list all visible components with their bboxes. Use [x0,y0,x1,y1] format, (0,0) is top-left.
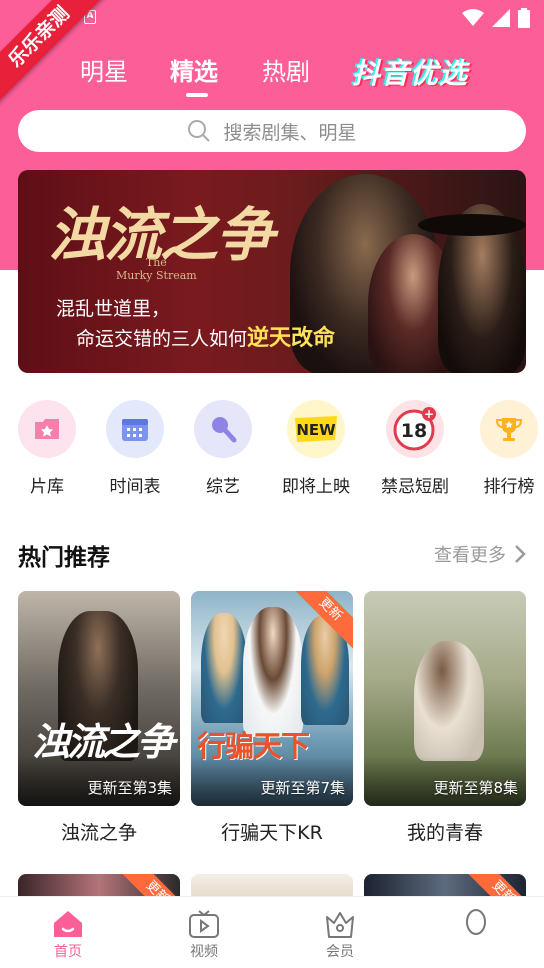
episode-label: 更新至第8集 [433,779,518,797]
trophy-icon [480,400,538,458]
see-more-link[interactable]: 查看更多 [434,541,526,567]
category-film-library[interactable]: 片库 [7,400,87,497]
banner-english-title: The Murky Stream [116,256,197,282]
section-title: 热门推荐 [18,545,110,571]
active-tab-indicator [186,93,208,97]
svg-text:NEW: NEW [296,421,336,439]
status-icons [462,8,530,28]
drama-poster: 浊流之争 更新至第3集 [18,591,180,806]
wifi-icon [462,9,484,26]
crown-icon [326,912,354,938]
bottom-nav: 首页 视频 会员 [0,896,544,968]
tab-stars[interactable]: 明星 [80,52,128,87]
episode-label: 更新至第7集 [260,779,345,797]
calendar-icon [106,400,164,458]
nav-vip[interactable]: 会员 [300,909,380,961]
signal-icon [492,9,510,27]
banner-tagline-1: 混乱世道里， [56,298,171,320]
home-icon [54,911,82,937]
update-badge: 更新 [293,591,353,650]
drama-card[interactable]: 更新至第8集 我的青春 [364,591,526,845]
new-badge-icon: NEW [287,400,345,458]
banner[interactable]: 浊流之争 The Murky Stream 混乱世道里， 命运交错的三人如何逆天… [18,170,526,373]
category-schedule[interactable]: 时间表 [95,400,175,497]
drama-title: 我的青春 [406,822,483,844]
banner-hat [418,214,526,236]
category-variety[interactable]: 综艺 [183,400,263,497]
category-rankings[interactable]: 排行榜 [469,400,544,497]
chevron-right-icon [515,545,526,563]
svg-text:18: 18 [401,420,427,442]
nav-home[interactable]: 首页 [28,909,108,961]
search-input[interactable]: 搜索剧集、明星 [18,110,526,152]
tv-icon [189,910,219,938]
drama-poster: 行骗天下 更新 更新至第7集 [191,591,353,806]
film-library-icon [18,400,76,458]
category-coming-soon[interactable]: NEW 即将上映 [276,400,356,497]
search-icon [188,120,211,142]
category-taboo-shorts[interactable]: 18 + 禁忌短剧 [375,400,455,497]
drama-title: 浊流之争 [60,822,137,844]
banner-tagline-2: 命运交错的三人如何逆天改命 [76,326,336,351]
drama-card[interactable]: 浊流之争 更新至第3集 浊流之争 [18,591,180,845]
svg-text:+: + [424,407,434,421]
tab-douyin-picks[interactable]: 抖音优选 [352,52,468,92]
microphone-icon [194,400,252,458]
nav-profile[interactable] [436,909,516,941]
tab-hot-drama[interactable]: 热剧 [262,52,310,87]
drama-card[interactable]: 行骗天下 更新 更新至第7集 行骗天下KR [191,591,353,845]
18-plus-icon: 18 + [386,400,444,458]
battery-icon [518,8,530,28]
search-placeholder: 搜索剧集、明星 [223,121,357,144]
drama-title: 行骗天下KR [221,822,323,844]
profile-icon [466,909,486,935]
tab-featured[interactable]: 精选 [170,52,218,87]
episode-label: 更新至第3集 [87,779,172,797]
poster-figure [414,641,484,761]
category-row: 片库 时间表 综艺 NEW 即将上映 18 + 禁忌短剧 排行榜 [0,400,544,500]
drama-poster: 更新至第8集 [364,591,526,806]
nav-video[interactable]: 视频 [164,909,244,961]
